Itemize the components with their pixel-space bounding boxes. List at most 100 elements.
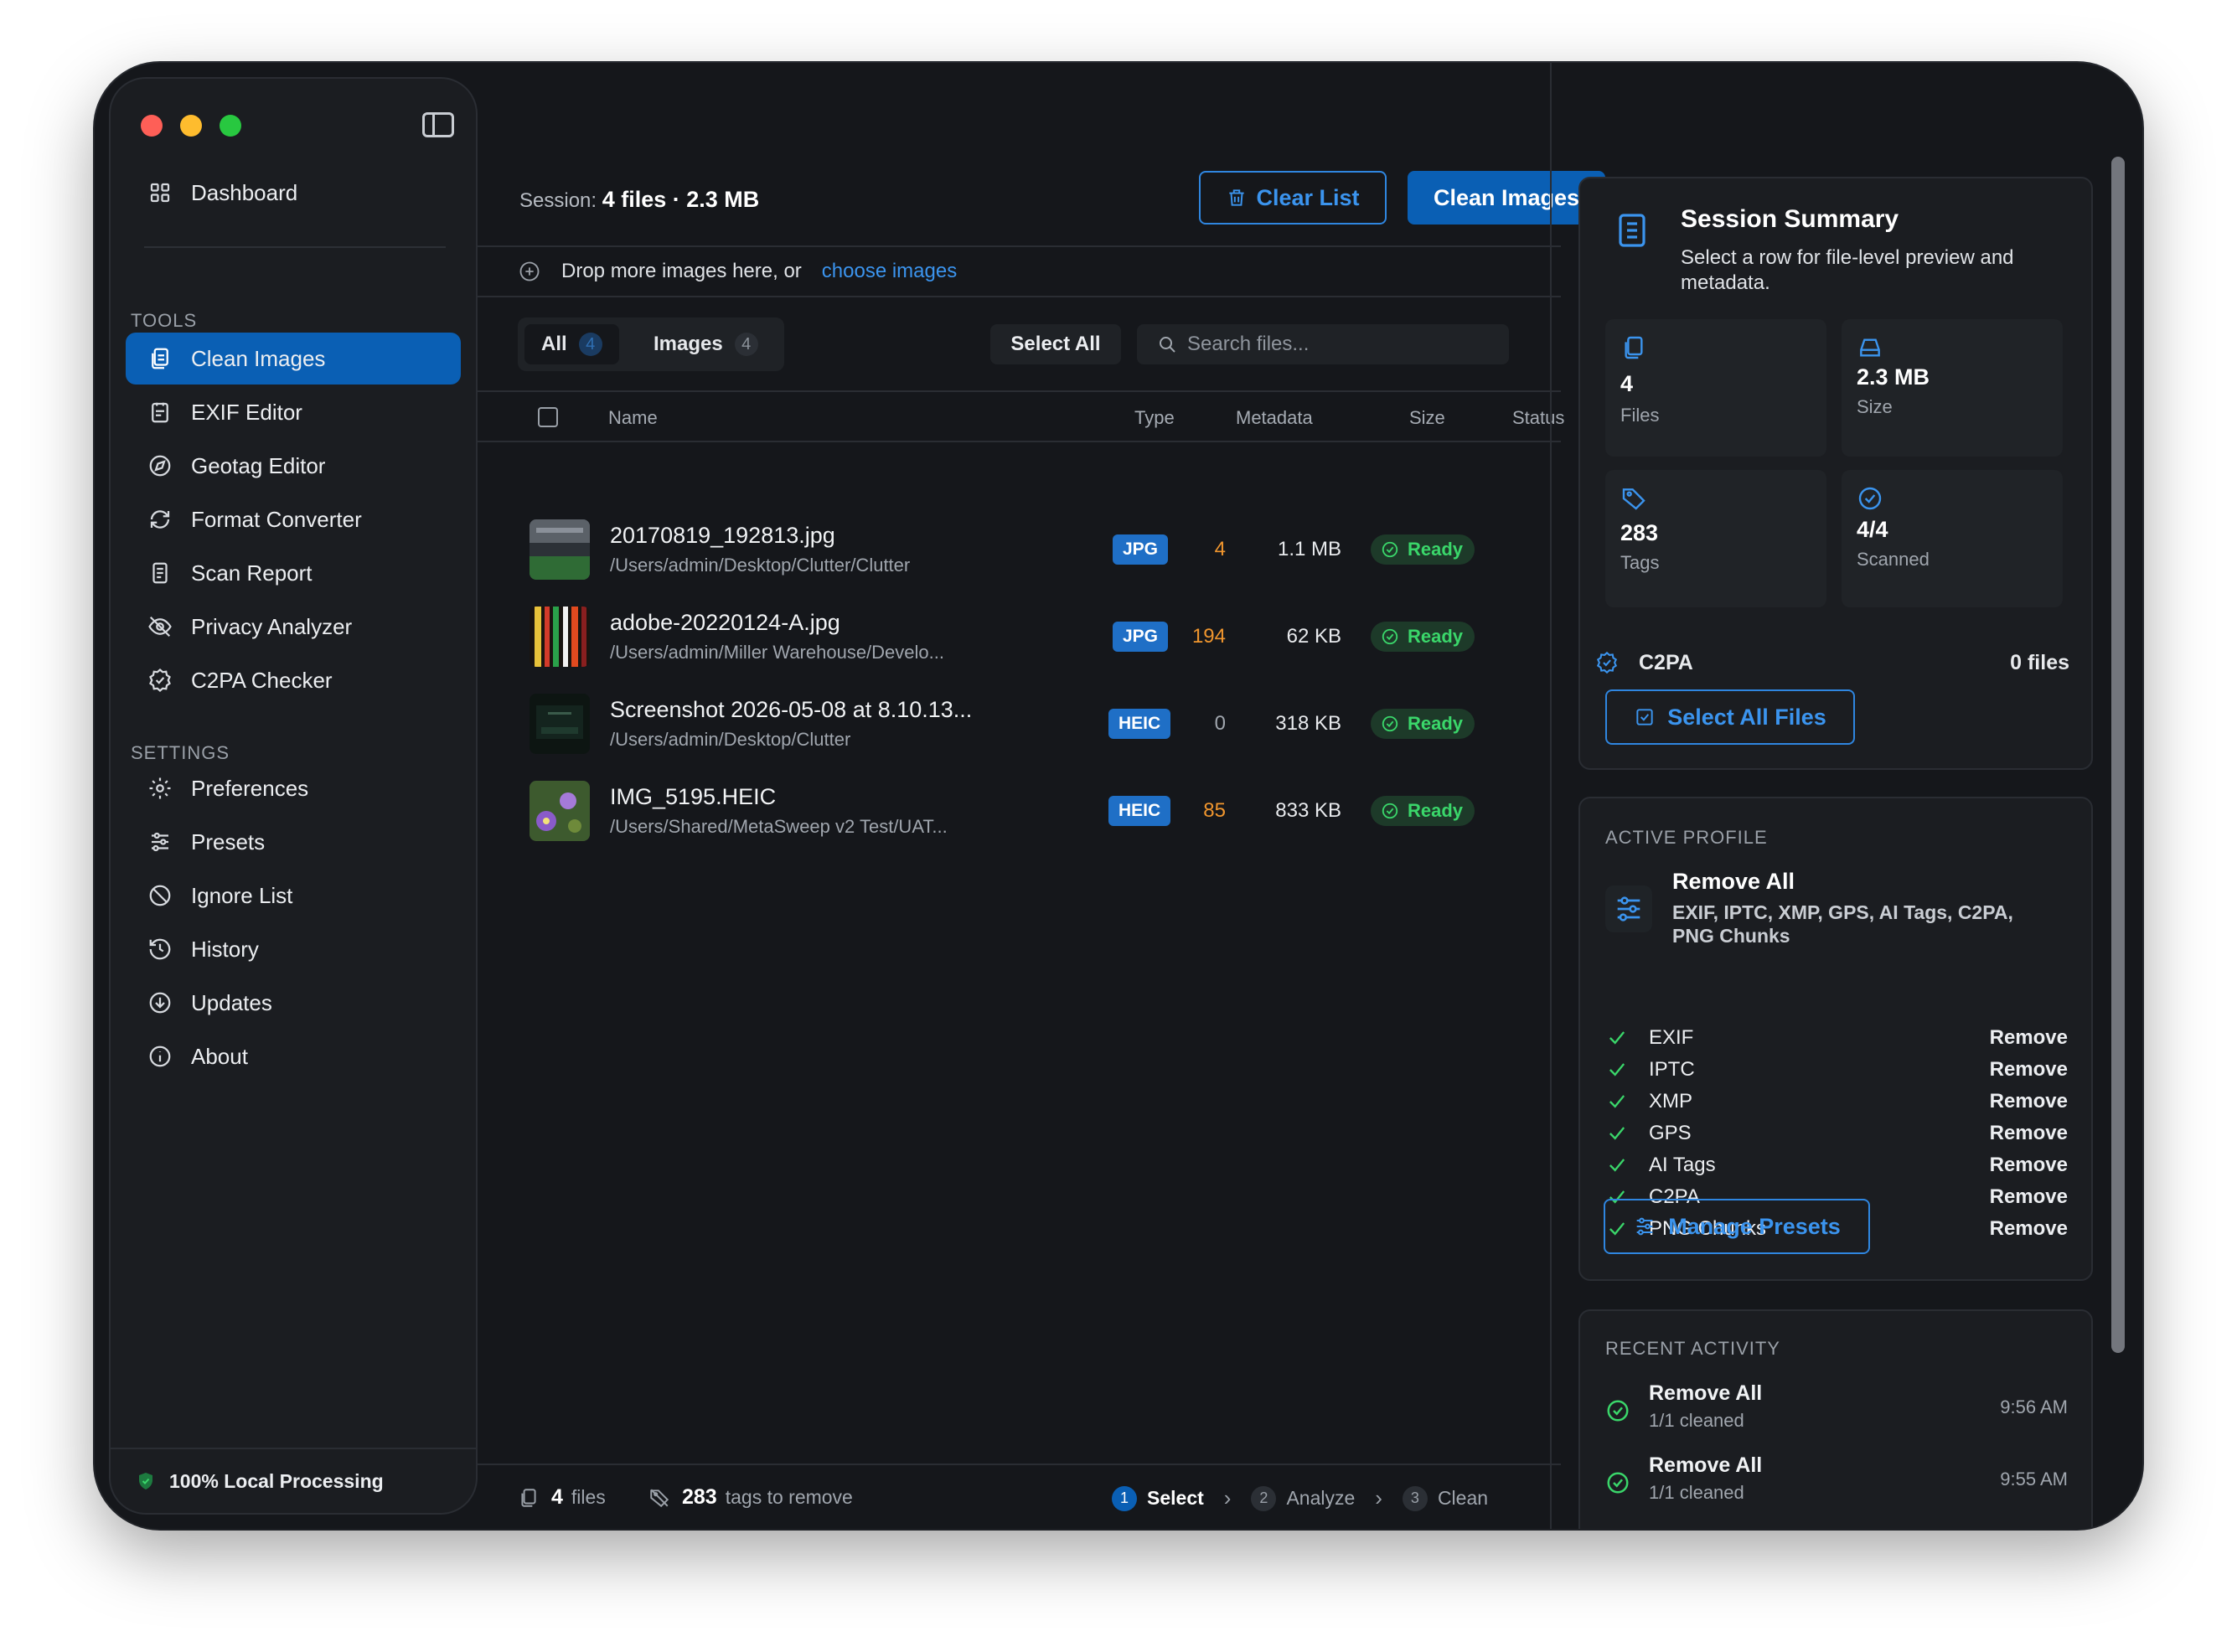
file-name: adobe-20220124-A.jpg <box>610 610 840 635</box>
activity-time: 9:55 AM <box>2000 1469 2068 1489</box>
sliders-icon <box>146 828 174 856</box>
sidebar-item-label: EXIF Editor <box>191 399 302 425</box>
drop-text: Drop more images here, or <box>561 260 802 282</box>
sidebar-item-scan-report[interactable]: Scan Report <box>126 547 461 599</box>
sidebar-item-format-converter[interactable]: Format Converter <box>126 493 461 545</box>
minimize-window-button[interactable] <box>180 115 202 137</box>
size-tile: 2.3 MB Size <box>1842 319 2063 457</box>
profile-item-exif: EXIF Remove <box>1605 1023 2068 1055</box>
checkmark-icon <box>1609 1127 1625 1140</box>
size-value: 2.3 MB <box>1857 364 1930 390</box>
files-label: files <box>571 1486 606 1508</box>
sidebar-item-label: Privacy Analyzer <box>191 613 353 639</box>
sidebar-item-geotag-editor[interactable]: Geotag Editor <box>126 440 461 492</box>
search-field[interactable]: Search files... <box>1137 324 1509 364</box>
col-size[interactable]: Size <box>1409 407 1445 429</box>
step-3-number: 3 <box>1402 1485 1428 1511</box>
tags-count: 283 <box>682 1485 717 1509</box>
file-type-badge: JPG <box>1113 622 1169 652</box>
zoom-window-button[interactable] <box>220 115 241 137</box>
settings-section-label: SETTINGS <box>131 742 230 763</box>
tab-all[interactable]: All 4 <box>524 324 619 364</box>
check-circle-icon <box>1858 487 1882 510</box>
tab-all-label: All <box>541 333 567 355</box>
sidebar-item-exif-editor[interactable]: EXIF Editor <box>126 386 461 438</box>
scanned-value: 4/4 <box>1857 517 1888 542</box>
status-badge: Ready <box>1371 534 1475 565</box>
activity-title: Remove All <box>1649 1381 1763 1405</box>
sidebar-item-updates[interactable]: Updates <box>126 977 461 1029</box>
table-row[interactable]: Screenshot 2026-05-08 at 8.10.13... /Use… <box>478 680 1561 767</box>
c2pa-badge-icon <box>146 666 174 694</box>
col-name[interactable]: Name <box>608 407 658 429</box>
sidebar-item-label: Geotag Editor <box>191 452 326 478</box>
files-count-summary: 4 files <box>518 1485 606 1510</box>
tab-images[interactable]: Images 4 <box>637 324 775 364</box>
close-window-button[interactable] <box>141 115 163 137</box>
col-type[interactable]: Type <box>1134 407 1175 429</box>
profile-name: Remove All <box>1672 869 1795 894</box>
sidebar-item-clean-images[interactable]: Clean Images <box>126 333 461 385</box>
profile-item-action: Remove <box>1989 1122 2068 1144</box>
sidebar-item-history[interactable]: History <box>126 923 461 975</box>
workflow-steps: 1 Select › 2 Analyze › 3 Clean <box>1112 1485 1488 1511</box>
sidebar-item-ignore-list[interactable]: Ignore List <box>126 870 461 922</box>
chevron-right-icon: › <box>1375 1485 1382 1510</box>
select-all-checkbox[interactable] <box>538 407 558 427</box>
checkmark-icon <box>1609 1095 1625 1108</box>
activity-item[interactable]: Remove All 1/1 cleaned 9:55 AM <box>1605 1453 2068 1520</box>
scanned-label: Scanned <box>1857 549 1930 570</box>
profile-item-action: Remove <box>1989 1090 2068 1113</box>
table-row[interactable]: IMG_5195.HEIC /Users/Shared/MetaSweep v2… <box>478 767 1561 854</box>
check-circle-icon <box>1382 628 1398 645</box>
activity-item[interactable]: Remove All 1/1 cleaned 9:56 AM <box>1605 1381 2068 1448</box>
sidebar-item-label: Ignore List <box>191 882 293 908</box>
step-select-label[interactable]: Select <box>1147 1487 1204 1510</box>
metadata-count: 4 <box>1214 538 1226 560</box>
col-metadata[interactable]: Metadata <box>1236 407 1313 429</box>
privacy-eye-icon <box>146 612 174 641</box>
select-all-button[interactable]: Select All <box>990 324 1121 364</box>
sidebar-item-presets[interactable]: Presets <box>126 816 461 868</box>
file-path: /Users/admin/Miller Warehouse/Develo... <box>610 642 944 663</box>
file-size: 833 KB <box>1275 799 1341 822</box>
manage-presets-label: Manage Presets <box>1668 1213 1841 1239</box>
table-row[interactable]: 20170819_192813.jpg /Users/admin/Desktop… <box>478 506 1561 593</box>
select-all-files-button[interactable]: Select All Files <box>1605 689 1855 745</box>
files-tile: 4 Files <box>1605 319 1826 457</box>
sidebar-item-preferences[interactable]: Preferences <box>126 762 461 814</box>
select-all-files-label: Select All Files <box>1667 704 1826 730</box>
step-1-number: 1 <box>1112 1485 1137 1511</box>
clear-list-button[interactable]: Clear List <box>1199 171 1387 225</box>
status-label: Ready <box>1408 626 1464 647</box>
choose-images-link[interactable]: choose images <box>822 260 957 283</box>
manage-presets-button[interactable]: Manage Presets <box>1604 1199 1870 1254</box>
metadata-count: 194 <box>1191 625 1226 648</box>
sidebar-item-c2pa-checker[interactable]: C2PA Checker <box>126 654 461 706</box>
file-name: Screenshot 2026-05-08 at 8.10.13... <box>610 697 973 722</box>
app-window: Dashboard TOOLS Clean Images EXIF Editor… <box>95 63 2142 1529</box>
sidebar-toggle-icon[interactable] <box>422 112 454 137</box>
c2pa-summary-row: C2PA 0 files <box>1595 648 2081 681</box>
inspector-scrollbar[interactable] <box>2111 157 2125 1353</box>
scan-report-icon <box>146 559 174 587</box>
drop-zone[interactable]: Drop more images here, or choose images <box>478 245 1561 297</box>
shield-icon <box>139 1473 152 1489</box>
sidebar-item-label: History <box>191 936 259 962</box>
file-path: /Users/admin/Desktop/Clutter/Clutter <box>610 555 911 576</box>
summary-title: Session Summary <box>1681 205 1899 233</box>
sidebar-item-privacy-analyzer[interactable]: Privacy Analyzer <box>126 601 461 653</box>
step-analyze-label[interactable]: Analyze <box>1286 1487 1355 1510</box>
sidebar-item-about[interactable]: About <box>126 1030 461 1082</box>
search-icon <box>1160 337 1175 353</box>
profile-item-label: IPTC <box>1649 1058 1695 1081</box>
status-label: Ready <box>1408 800 1464 821</box>
check-circle-icon <box>1382 715 1398 732</box>
c2pa-label: C2PA <box>1639 651 1693 674</box>
sidebar-item-dashboard[interactable]: Dashboard <box>126 167 461 219</box>
file-type-badge: HEIC <box>1108 796 1171 826</box>
table-row[interactable]: adobe-20220124-A.jpg /Users/admin/Miller… <box>478 593 1561 680</box>
file-name: 20170819_192813.jpg <box>610 523 835 548</box>
files-icon <box>521 1488 536 1507</box>
step-clean-label[interactable]: Clean <box>1438 1487 1488 1510</box>
